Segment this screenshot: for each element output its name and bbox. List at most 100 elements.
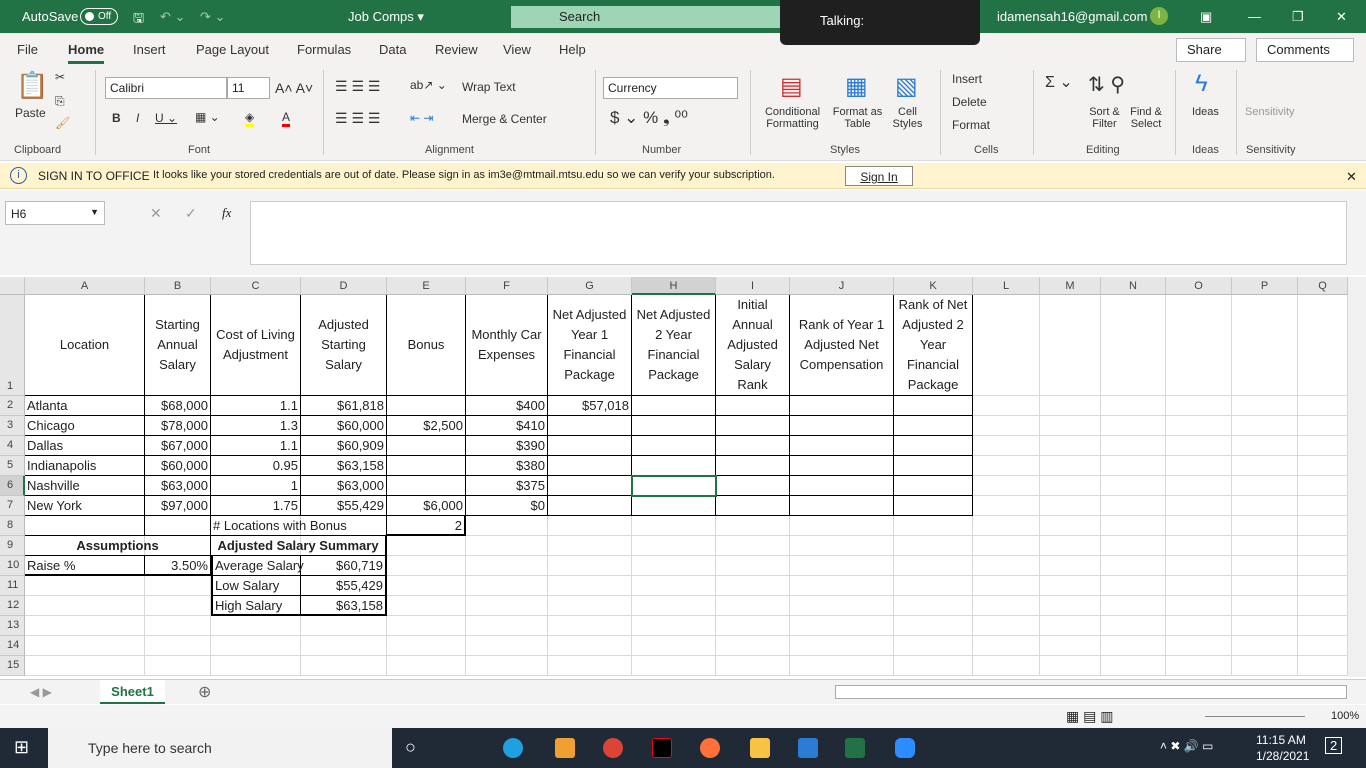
tab-insert[interactable]: Insert bbox=[133, 42, 166, 57]
cell[interactable] bbox=[894, 616, 973, 636]
data-cell[interactable] bbox=[632, 416, 716, 436]
column-header-e[interactable]: E bbox=[387, 277, 466, 295]
data-cell[interactable]: $6,000 bbox=[387, 496, 466, 516]
vertical-align-icons[interactable]: ☰ ☰ ☰ bbox=[335, 78, 380, 95]
cell[interactable] bbox=[1040, 576, 1101, 596]
cell[interactable] bbox=[1166, 476, 1232, 496]
merge-center-button[interactable]: Merge & Center bbox=[462, 112, 547, 126]
cell[interactable] bbox=[1298, 436, 1348, 456]
cell[interactable] bbox=[1232, 295, 1298, 396]
cell[interactable] bbox=[145, 516, 211, 536]
bonus-count-value[interactable]: 2 bbox=[387, 516, 466, 536]
cell[interactable] bbox=[790, 516, 894, 536]
row-header-15[interactable]: 15 bbox=[0, 656, 25, 676]
cell[interactable] bbox=[25, 516, 145, 536]
cell[interactable] bbox=[301, 616, 387, 636]
cell[interactable] bbox=[1101, 476, 1166, 496]
cell[interactable] bbox=[548, 636, 632, 656]
data-cell[interactable]: 1.1 bbox=[211, 436, 301, 456]
cell[interactable] bbox=[1101, 456, 1166, 476]
tab-review[interactable]: Review bbox=[435, 42, 478, 57]
cell[interactable] bbox=[1040, 516, 1101, 536]
column-header-i[interactable]: I bbox=[716, 277, 790, 295]
column-header-d[interactable]: D bbox=[301, 277, 387, 295]
cell[interactable] bbox=[1040, 636, 1101, 656]
column-header-o[interactable]: O bbox=[1166, 277, 1232, 295]
cell[interactable] bbox=[1298, 596, 1348, 616]
data-cell[interactable] bbox=[716, 456, 790, 476]
data-cell[interactable] bbox=[632, 456, 716, 476]
cell[interactable] bbox=[211, 636, 301, 656]
data-cell[interactable] bbox=[716, 416, 790, 436]
font-size-select[interactable]: 11 bbox=[227, 77, 270, 99]
cell[interactable] bbox=[1040, 456, 1101, 476]
data-cell[interactable]: Atlanta bbox=[25, 396, 145, 416]
data-cell[interactable] bbox=[790, 476, 894, 496]
cell[interactable] bbox=[1166, 556, 1232, 576]
wrap-text-button[interactable]: Wrap Text bbox=[462, 80, 516, 94]
cell[interactable] bbox=[1298, 476, 1348, 496]
cell[interactable] bbox=[1298, 656, 1348, 676]
cell[interactable] bbox=[1040, 656, 1101, 676]
cell[interactable] bbox=[211, 656, 301, 676]
chrome-icon[interactable] bbox=[603, 738, 623, 758]
cell[interactable] bbox=[25, 616, 145, 636]
data-cell[interactable]: 1 bbox=[211, 476, 301, 496]
font-size-grow-shrink-icon[interactable]: A˄ A˅ bbox=[275, 80, 313, 96]
cell[interactable] bbox=[1232, 396, 1298, 416]
document-title[interactable]: Job Comps ▾ bbox=[348, 9, 424, 25]
column-header-m[interactable]: M bbox=[1040, 277, 1101, 295]
cell[interactable] bbox=[1101, 416, 1166, 436]
insert-cells-button[interactable]: Insert bbox=[952, 72, 982, 86]
data-cell[interactable] bbox=[387, 476, 466, 496]
data-cell[interactable]: $57,018 bbox=[548, 396, 632, 416]
data-cell[interactable]: $0 bbox=[466, 496, 548, 516]
cell[interactable] bbox=[466, 556, 548, 576]
select-all-corner[interactable] bbox=[0, 277, 25, 295]
data-cell[interactable]: $68,000 bbox=[145, 396, 211, 416]
data-cell[interactable] bbox=[548, 436, 632, 456]
autosum-icon[interactable]: Σ ⌄ bbox=[1045, 72, 1073, 92]
cell[interactable] bbox=[716, 556, 790, 576]
redo-icon[interactable]: ↷ ⌄ bbox=[200, 9, 225, 25]
column-header-j[interactable]: J bbox=[790, 277, 894, 295]
cell[interactable] bbox=[973, 416, 1040, 436]
row-header-3[interactable]: 3 bbox=[0, 416, 25, 436]
summary-value[interactable]: $60,719 bbox=[301, 556, 387, 576]
mail-icon[interactable] bbox=[798, 738, 818, 758]
cell[interactable] bbox=[1101, 636, 1166, 656]
data-cell[interactable] bbox=[716, 436, 790, 456]
header-cell-k[interactable]: Rank of Net Adjusted 2 Year Financial Pa… bbox=[894, 295, 973, 396]
cell[interactable] bbox=[1298, 536, 1348, 556]
cell[interactable] bbox=[466, 616, 548, 636]
data-cell[interactable] bbox=[632, 396, 716, 416]
cell[interactable] bbox=[1166, 656, 1232, 676]
data-cell[interactable]: $63,000 bbox=[301, 476, 387, 496]
cell[interactable] bbox=[1232, 636, 1298, 656]
row-header-9[interactable]: 9 bbox=[0, 536, 25, 556]
column-header-f[interactable]: F bbox=[466, 277, 548, 295]
data-cell[interactable] bbox=[790, 456, 894, 476]
number-format-select[interactable]: Currency bbox=[603, 77, 738, 99]
cell[interactable] bbox=[387, 536, 466, 556]
header-cell-h[interactable]: Net Adjusted 2 Year Financial Package bbox=[632, 295, 716, 396]
sheet-tab-sheet1[interactable]: Sheet1 bbox=[100, 680, 165, 704]
data-cell[interactable] bbox=[790, 496, 894, 516]
cell[interactable] bbox=[1101, 596, 1166, 616]
sign-in-button[interactable]: Sign In bbox=[845, 166, 913, 186]
header-cell-c[interactable]: Cost of Living Adjustment bbox=[211, 295, 301, 396]
cell[interactable] bbox=[790, 596, 894, 616]
cell[interactable] bbox=[548, 596, 632, 616]
data-cell[interactable]: $390 bbox=[466, 436, 548, 456]
comments-button[interactable]: Comments bbox=[1256, 38, 1354, 62]
cell[interactable] bbox=[548, 536, 632, 556]
column-header-n[interactable]: N bbox=[1101, 277, 1166, 295]
cell[interactable] bbox=[716, 536, 790, 556]
netflix-icon[interactable] bbox=[652, 738, 672, 758]
row-header-12[interactable]: 12 bbox=[0, 596, 25, 616]
cell[interactable] bbox=[1040, 396, 1101, 416]
data-cell[interactable]: Chicago bbox=[25, 416, 145, 436]
cell[interactable] bbox=[1166, 576, 1232, 596]
cell[interactable] bbox=[716, 616, 790, 636]
cell[interactable] bbox=[632, 556, 716, 576]
